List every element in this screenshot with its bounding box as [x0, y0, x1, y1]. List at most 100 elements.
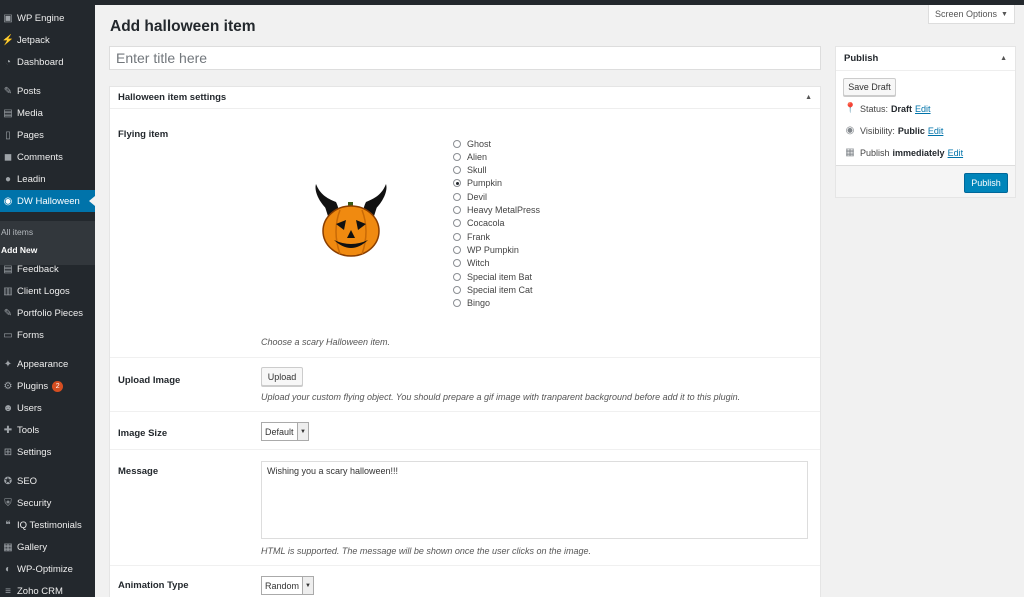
sidebar-item-plugins[interactable]: ⚙ Plugins 2 — [0, 375, 95, 397]
radio-button[interactable] — [453, 206, 461, 214]
security-icon: ⛨ — [4, 497, 12, 509]
edit-schedule-link[interactable]: Edit — [948, 148, 964, 158]
pushpin-icon: ✎ — [3, 307, 13, 319]
publish-value: immediately — [892, 147, 945, 158]
flying-option-devil[interactable]: Devil — [453, 190, 487, 203]
pumpkin-bat-image — [315, 184, 387, 257]
sidebar-item-appearance[interactable]: ✦ Appearance — [0, 353, 95, 375]
sidebar-item-zoho-crm[interactable]: ≡ Zoho CRM — [0, 580, 95, 597]
radio-button[interactable] — [453, 139, 461, 148]
flying-option-special-item-cat[interactable]: Special item Cat — [453, 283, 533, 296]
sidebar-item-pages[interactable]: ▯ Pages — [0, 124, 95, 146]
sidebar-item-forms[interactable]: ▭ Forms — [0, 324, 95, 346]
sidebar-item-jetpack[interactable]: ⚡ Jetpack — [0, 29, 95, 51]
gallery-icon: ▦ — [3, 541, 13, 553]
eye-icon: ◉ — [845, 125, 855, 136]
sidebar-item-gallery[interactable]: ▦ Gallery — [0, 536, 95, 558]
sidebar-item-label: Leadin — [17, 173, 46, 185]
collapse-arrow-icon[interactable]: ▲ — [1000, 55, 1007, 62]
radio-label: Bingo — [467, 298, 491, 309]
flying-option-ghost[interactable]: Ghost — [453, 137, 491, 150]
collapse-arrow-icon[interactable]: ▲ — [805, 94, 812, 101]
submenu-add-new[interactable]: Add New — [0, 245, 37, 255]
sidebar-item-label: Pages — [17, 129, 44, 141]
pages-icon: ▯ — [5, 129, 11, 141]
flying-option-pumpkin[interactable]: Pumpkin — [453, 177, 502, 190]
settings-box-header[interactable]: Halloween item settings ▲ — [110, 87, 820, 109]
sidebar-item-wp-optimize[interactable]: ◐ WP-Optimize — [0, 558, 95, 580]
flying-option-bingo[interactable]: Bingo — [453, 297, 490, 310]
save-draft-button[interactable]: Save Draft — [843, 78, 896, 96]
submenu-all-items[interactable]: All items — [0, 227, 33, 237]
sidebar-item-wp-engine[interactable]: ▣ WP Engine — [0, 7, 95, 29]
upload-button[interactable]: Upload — [261, 367, 303, 386]
feedback-icon: ▤ — [3, 263, 13, 275]
sidebar-item-label: Posts — [17, 85, 41, 97]
flying-option-frank[interactable]: Frank — [453, 230, 490, 243]
flying-option-witch[interactable]: Witch — [453, 257, 490, 270]
edit-visibility-link[interactable]: Edit — [928, 126, 944, 136]
sidebar-item-users[interactable]: ☻ Users — [0, 397, 95, 419]
leadin-icon: ● — [4, 173, 12, 185]
radio-button[interactable] — [453, 232, 461, 241]
seo-icon: ✪ — [3, 475, 13, 487]
flying-option-heavy-metalpress[interactable]: Heavy MetalPress — [453, 204, 540, 217]
upload-description: Upload your custom flying object. You sh… — [261, 392, 741, 402]
title-input[interactable] — [109, 46, 821, 70]
sidebar-item-comments[interactable]: ◼ Comments — [0, 146, 95, 168]
sidebar-item-label: Settings — [17, 446, 52, 458]
radio-label: Special item Bat — [467, 271, 533, 282]
radio-button[interactable] — [453, 152, 461, 161]
radio-label: Devil — [467, 191, 488, 202]
sidebar-item-portfolio-pieces[interactable]: ✎ Portfolio Pieces — [0, 302, 95, 324]
sidebar-item-feedback[interactable]: ▤ Feedback — [0, 258, 95, 280]
plugins-icon: ⚙ — [3, 380, 13, 392]
sidebar-item-security[interactable]: ⛨ Security — [0, 492, 95, 514]
image-size-select[interactable]: Default ▼ — [261, 422, 309, 441]
select-caret-icon: ▼ — [297, 423, 308, 440]
settings-icon: ⊞ — [3, 446, 13, 458]
animation-type-value: Random — [265, 580, 300, 591]
sidebar-item-dw-halloween[interactable]: ◉ DW Halloween — [0, 190, 95, 212]
radio-button[interactable] — [453, 179, 461, 188]
sidebar-item-tools[interactable]: ✚ Tools — [0, 419, 95, 441]
flying-option-skull[interactable]: Skull — [453, 164, 487, 177]
screen-options-button[interactable]: Screen Options ▼ — [928, 5, 1015, 24]
sidebar-item-client-logos[interactable]: ▥ Client Logos — [0, 280, 95, 302]
flying-option-alien[interactable]: Alien — [453, 150, 487, 163]
flying-item-description: Choose a scary Halloween item. — [261, 337, 391, 347]
radio-label: Cocacola — [467, 218, 505, 229]
sidebar-item-media[interactable]: ▤ Media — [0, 102, 95, 124]
sidebar-item-dashboard[interactable]: ◔ Dashboard — [0, 51, 95, 73]
flying-option-cocacola[interactable]: Cocacola — [453, 217, 505, 230]
radio-button[interactable] — [453, 299, 461, 308]
sidebar-item-leadin[interactable]: ● Leadin — [0, 168, 95, 190]
radio-button[interactable] — [453, 285, 461, 294]
flying-option-wp-pumpkin[interactable]: WP Pumpkin — [453, 243, 519, 256]
sidebar-item-posts[interactable]: ✎ Posts — [0, 80, 95, 102]
radio-button[interactable] — [453, 192, 461, 201]
message-textarea[interactable]: Wishing you a scary halloween!!! — [261, 461, 808, 539]
status-value: Draft — [891, 103, 913, 114]
sidebar-item-label: Forms — [17, 329, 44, 341]
sidebar-item-iq-testimonials[interactable]: ❝ IQ Testimonials — [0, 514, 95, 536]
radio-button[interactable] — [453, 166, 461, 175]
animation-type-select[interactable]: Random ▼ — [261, 576, 314, 595]
client-logos-icon: ▥ — [3, 285, 13, 297]
status-row: 📍 Status: Draft Edit — [844, 103, 931, 114]
radio-button[interactable] — [453, 245, 461, 254]
radio-label: Special item Cat — [467, 284, 533, 295]
sidebar-item-seo[interactable]: ✪ SEO — [0, 470, 95, 492]
visibility-row: ◉ Visibility: Public Edit — [844, 125, 944, 136]
edit-status-link[interactable]: Edit — [915, 104, 931, 114]
visibility-value: Public — [897, 125, 925, 136]
publish-box-header[interactable]: Publish ▲ — [836, 47, 1015, 71]
flying-option-special-item-bat[interactable]: Special item Bat — [453, 270, 532, 283]
radio-button[interactable] — [453, 272, 461, 281]
sidebar-item-settings[interactable]: ⊞ Settings — [0, 441, 95, 463]
sidebar-item-label: Feedback — [17, 263, 59, 275]
radio-button[interactable] — [453, 259, 461, 268]
radio-button[interactable] — [453, 219, 461, 228]
media-icon: ▤ — [3, 107, 13, 119]
publish-button[interactable]: Publish — [964, 173, 1008, 193]
